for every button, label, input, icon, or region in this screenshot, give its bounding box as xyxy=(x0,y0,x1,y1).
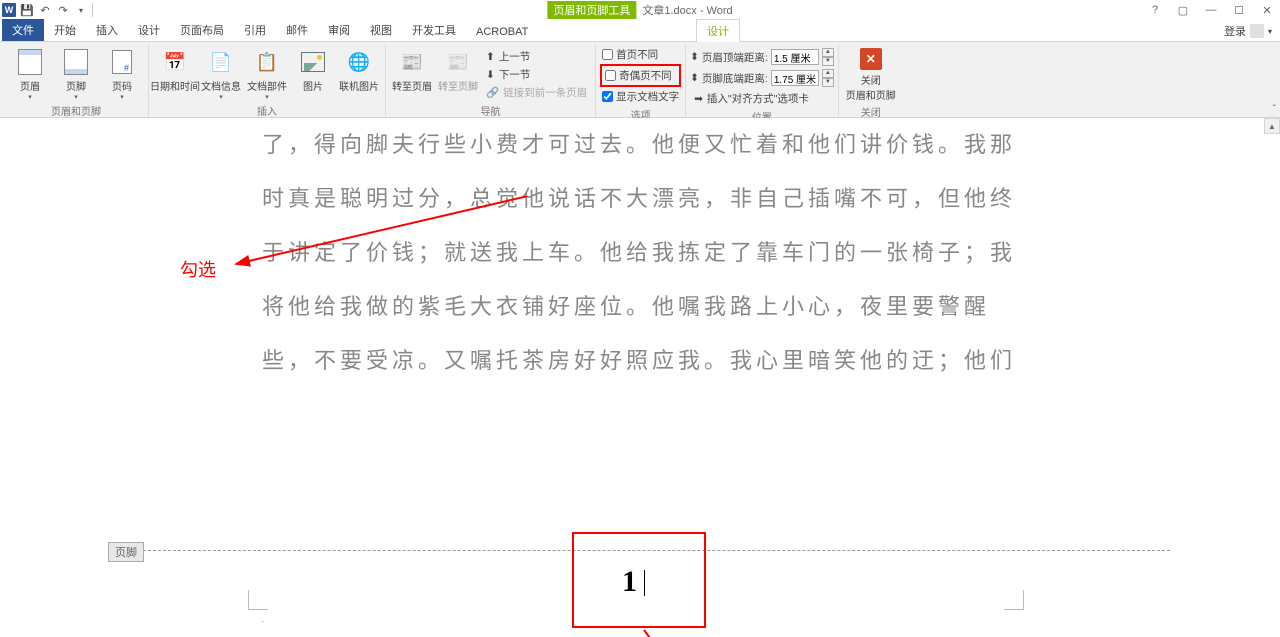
maximize-icon[interactable]: ☐ xyxy=(1228,2,1250,18)
tab-design[interactable]: 设计 xyxy=(128,19,170,41)
page-margin-corner-right xyxy=(1004,590,1024,610)
context-tool-label: 页眉和页脚工具 xyxy=(547,1,636,19)
previous-section-button[interactable]: ⬆上一节 xyxy=(482,48,591,65)
tab-file[interactable]: 文件 xyxy=(2,19,44,41)
goto-header-button[interactable]: 📰 转至页眉 xyxy=(390,46,434,93)
tab-hf-design[interactable]: 设计 xyxy=(696,19,740,42)
header-dist-icon: ⬍ xyxy=(690,51,699,63)
footer-section-tab: 页脚 xyxy=(108,542,144,562)
collapse-ribbon-icon[interactable]: ˇ xyxy=(1273,104,1276,115)
footer-icon xyxy=(64,49,88,75)
different-odd-even-checkbox[interactable]: 奇偶页不同 xyxy=(603,67,678,84)
page-number-field[interactable]: 1 xyxy=(622,565,637,599)
tab-layout[interactable]: 页面布局 xyxy=(170,19,234,41)
close-x-icon: ✕ xyxy=(860,48,882,70)
footer-bottom-down[interactable]: ▼ xyxy=(822,78,834,87)
prev-icon: ⬆ xyxy=(486,51,495,63)
online-pictures-button[interactable]: 🌐 联机图片 xyxy=(337,46,381,93)
close-icon[interactable]: ✕ xyxy=(1256,2,1278,18)
arrow-to-annotation xyxy=(640,628,680,637)
header-button[interactable]: 页眉▾ xyxy=(8,46,52,101)
page-number-icon xyxy=(112,50,132,74)
different-first-page-checkbox[interactable]: 首页不同 xyxy=(600,46,681,63)
qat-customize-icon[interactable]: ▾ xyxy=(74,3,88,17)
ribbon-tabs: 文件 开始 插入 设计 页面布局 引用 邮件 审阅 视图 开发工具 ACROBA… xyxy=(0,20,1280,42)
goto-footer-icon: 📰 xyxy=(444,48,472,76)
tab-home[interactable]: 开始 xyxy=(44,19,86,41)
tab-review[interactable]: 审阅 xyxy=(318,19,360,41)
login-link[interactable]: 登录 ▾ xyxy=(1224,23,1272,39)
annotation-check: 勾选 xyxy=(180,256,216,282)
scroll-up-button[interactable]: ▲ xyxy=(1264,118,1280,134)
insert-alignment-tab-button[interactable]: ➡插入"对齐方式"选项卡 xyxy=(690,90,834,107)
document-title: 文章1.docx - Word xyxy=(642,2,732,18)
help-icon[interactable]: ? xyxy=(1144,2,1166,18)
redo-icon[interactable]: ↷ xyxy=(56,3,70,17)
show-doc-text-checkbox[interactable]: 显示文档文字 xyxy=(600,88,681,105)
page-1: 了，得向脚夫行些小费才可过去。他便又忙着和他们讲价钱。我那时真是聪明过分，总觉他… xyxy=(108,118,1170,388)
footer-bottom-label: 页脚底端距离: xyxy=(702,71,768,86)
title-bar: W 💾 ↶ ↷ ▾ 页眉和页脚工具 文章1.docx - Word ? ▢ — … xyxy=(0,0,1280,20)
word-app-icon: W xyxy=(2,3,16,17)
ribbon: 页眉▾ 页脚▾ 页码▾ 页眉和页脚 📅 日期和时间 📄 文档信息▾ xyxy=(0,42,1280,118)
header-top-up[interactable]: ▲ xyxy=(822,48,834,57)
link-previous-button[interactable]: 🔗链接到前一条页眉 xyxy=(482,84,591,101)
save-icon[interactable]: 💾 xyxy=(20,3,34,17)
paragraph-mark: ˘ xyxy=(262,620,265,629)
header-icon xyxy=(18,49,42,75)
pictures-icon xyxy=(301,52,325,72)
footer-dist-icon: ⬍ xyxy=(690,72,699,84)
next-icon: ⬇ xyxy=(486,69,495,81)
close-header-footer-button[interactable]: ✕ 关闭 页眉和页脚 xyxy=(843,46,899,102)
online-pictures-icon: 🌐 xyxy=(345,48,373,76)
footer-button[interactable]: 页脚▾ xyxy=(54,46,98,101)
doc-info-icon: 📄 xyxy=(207,48,235,76)
footer-bottom-up[interactable]: ▲ xyxy=(822,69,834,78)
page-number-button[interactable]: 页码▾ xyxy=(100,46,144,101)
highlight-page-number xyxy=(572,532,706,628)
tab-insert[interactable]: 插入 xyxy=(86,19,128,41)
align-tab-icon: ➡ xyxy=(694,93,703,105)
goto-header-icon: 📰 xyxy=(398,48,426,76)
doc-parts-icon: 📋 xyxy=(253,48,281,76)
tab-mailings[interactable]: 邮件 xyxy=(276,19,318,41)
header-top-input[interactable] xyxy=(771,49,819,65)
next-section-button[interactable]: ⬇下一节 xyxy=(482,66,591,83)
date-time-icon: 📅 xyxy=(161,48,189,76)
ribbon-display-icon[interactable]: ▢ xyxy=(1172,2,1194,18)
minimize-icon[interactable]: — xyxy=(1200,2,1222,18)
link-icon: 🔗 xyxy=(486,86,499,99)
header-top-label: 页眉顶端距离: xyxy=(702,50,768,65)
goto-footer-button[interactable]: 📰 转至页脚 xyxy=(436,46,480,93)
tab-references[interactable]: 引用 xyxy=(234,19,276,41)
pictures-button[interactable]: 图片 xyxy=(291,46,335,93)
avatar-icon xyxy=(1250,24,1264,38)
login-label: 登录 xyxy=(1224,23,1246,39)
document-body-text[interactable]: 了，得向脚夫行些小费才可过去。他便又忙着和他们讲价钱。我那时真是聪明过分，总觉他… xyxy=(108,118,1170,388)
doc-parts-button[interactable]: 📋 文档部件▾ xyxy=(245,46,289,101)
header-top-down[interactable]: ▼ xyxy=(822,57,834,66)
highlight-odd-even: 奇偶页不同 xyxy=(600,64,681,87)
text-cursor xyxy=(644,570,645,596)
doc-info-button[interactable]: 📄 文档信息▾ xyxy=(199,46,243,101)
tab-view[interactable]: 视图 xyxy=(360,19,402,41)
page-margin-corner-left xyxy=(248,590,268,610)
undo-icon[interactable]: ↶ xyxy=(38,3,52,17)
tab-developer[interactable]: 开发工具 xyxy=(402,19,466,41)
document-area: ▲ 了，得向脚夫行些小费才可过去。他便又忙着和他们讲价钱。我那时真是聪明过分，总… xyxy=(0,118,1280,637)
date-time-button[interactable]: 📅 日期和时间 xyxy=(153,46,197,93)
tab-acrobat[interactable]: ACROBAT xyxy=(466,23,538,41)
footer-bottom-input[interactable] xyxy=(771,70,819,86)
